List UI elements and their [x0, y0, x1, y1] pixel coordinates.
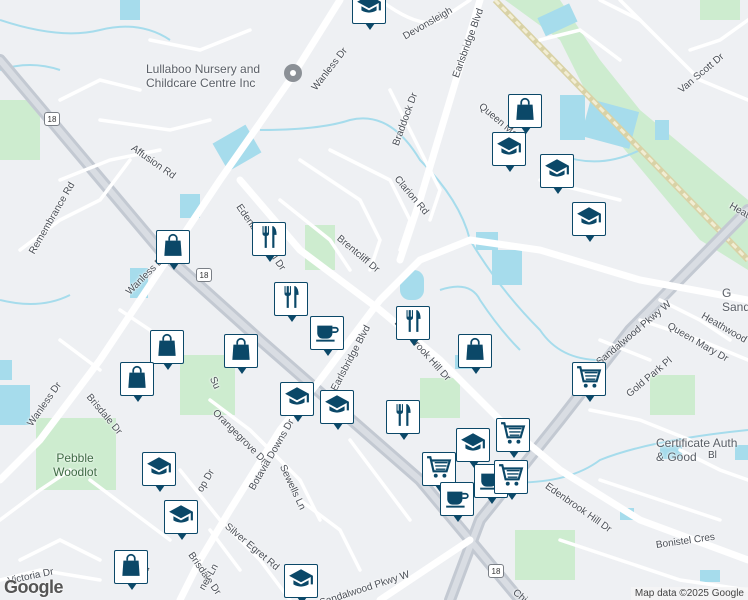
school-pin[interactable]	[456, 428, 490, 468]
shopping-bag-pin[interactable]	[458, 334, 492, 374]
grocery-cart-icon	[426, 454, 452, 485]
google-logo: Google	[4, 577, 64, 597]
shopping-bag-icon	[124, 364, 150, 395]
map-attribution[interactable]: Map data ©2025 Google	[630, 587, 748, 600]
shopping-bag-icon	[462, 336, 488, 367]
school-icon	[288, 566, 314, 597]
school-icon	[356, 0, 382, 23]
restaurant-icon	[390, 402, 416, 433]
restaurant-icon	[256, 224, 282, 255]
grocery-cart-pin[interactable]	[572, 362, 606, 402]
restaurant-pin[interactable]	[396, 306, 430, 346]
restaurant-icon	[400, 308, 426, 339]
school-pin[interactable]	[284, 564, 318, 600]
school-icon	[284, 384, 310, 415]
cafe-icon	[314, 318, 340, 349]
shopping-bag-icon	[154, 332, 180, 363]
certificate-label: Certificate Auth & Good	[656, 436, 738, 464]
shopping-bag-icon	[512, 96, 538, 127]
sandal-label: G Sand	[722, 286, 748, 314]
shopping-bag-icon	[118, 552, 144, 583]
school-icon	[544, 156, 570, 187]
cafe-icon	[444, 484, 470, 515]
route-shield: 18	[196, 268, 212, 282]
shopping-bag-pin[interactable]	[150, 330, 184, 370]
restaurant-pin[interactable]	[386, 400, 420, 440]
route-shield: 18	[44, 112, 60, 126]
grocery-cart-icon	[576, 364, 602, 395]
school-pin[interactable]	[572, 202, 606, 242]
school-pin[interactable]	[280, 382, 314, 422]
restaurant-pin[interactable]	[274, 282, 308, 322]
grocery-cart-pin[interactable]	[496, 418, 530, 458]
school-pin[interactable]	[492, 132, 526, 172]
shopping-bag-pin[interactable]	[224, 334, 258, 374]
shopping-bag-pin[interactable]	[156, 230, 190, 270]
school-pin[interactable]	[352, 0, 386, 30]
grocery-cart-pin[interactable]	[422, 452, 456, 492]
restaurant-icon	[278, 284, 304, 315]
park-label-pebble: Pebble Woodlot	[53, 451, 97, 479]
restaurant-pin[interactable]	[252, 222, 286, 262]
map-base-layer	[0, 0, 748, 600]
school-pin[interactable]	[320, 390, 354, 430]
school-icon	[168, 502, 194, 533]
school-icon	[496, 134, 522, 165]
school-pin[interactable]	[142, 452, 176, 492]
shopping-bag-pin[interactable]	[508, 94, 542, 134]
route-shield: 18	[488, 564, 504, 578]
school-pin[interactable]	[164, 500, 198, 540]
school-pin[interactable]	[540, 154, 574, 194]
grocery-cart-pin[interactable]	[494, 460, 528, 500]
school-icon	[146, 454, 172, 485]
grocery-cart-icon	[498, 462, 524, 493]
grocery-cart-icon	[500, 420, 526, 451]
street-label: Bl	[708, 450, 717, 461]
cafe-pin[interactable]	[440, 482, 474, 522]
school-icon	[460, 430, 486, 461]
shopping-bag-pin[interactable]	[114, 550, 148, 590]
cafe-pin[interactable]	[310, 316, 344, 356]
shopping-bag-icon	[228, 336, 254, 367]
nursery-label: Lullaboo Nursery and Childcare Centre In…	[146, 62, 261, 90]
shopping-bag-icon	[160, 232, 186, 263]
school-icon	[576, 204, 602, 235]
shopping-bag-pin[interactable]	[120, 362, 154, 402]
map-canvas[interactable]: Lullaboo Nursery and Childcare Centre In…	[0, 0, 748, 600]
poi-marker[interactable]	[284, 64, 302, 82]
school-icon	[324, 392, 350, 423]
